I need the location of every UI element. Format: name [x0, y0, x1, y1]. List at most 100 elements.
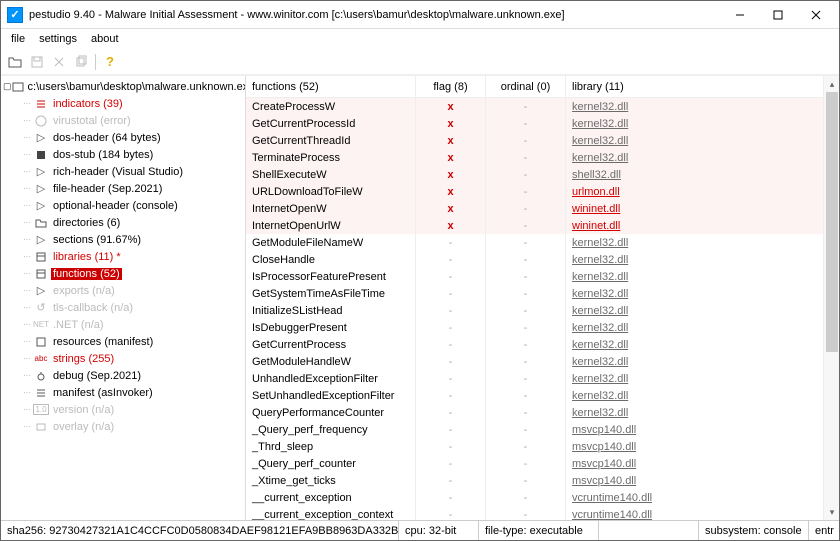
scroll-thumb[interactable]	[826, 92, 838, 352]
col-header-library[interactable]: library (11)	[566, 76, 823, 97]
tree-branch-icon: ⋯	[21, 337, 33, 346]
table-row[interactable]: GetModuleFileNameW--kernel32.dll	[246, 234, 823, 251]
cell-library-link[interactable]: kernel32.dll	[572, 356, 628, 368]
menu-file[interactable]: file	[11, 33, 25, 45]
table-row[interactable]: __current_exception--vcruntime140.dll	[246, 489, 823, 506]
col-header-flag[interactable]: flag (8)	[416, 76, 486, 97]
cell-flag: x	[416, 149, 486, 166]
table-row[interactable]: GetCurrentProcess--kernel32.dll	[246, 336, 823, 353]
caret-icon: ▷	[33, 131, 49, 145]
tree-item[interactable]: ⋯NET.NET (n/a)	[1, 316, 245, 333]
cell-library-link[interactable]: kernel32.dll	[572, 271, 628, 283]
tree-item[interactable]: ⋯indicators (39)	[1, 95, 245, 112]
table-row[interactable]: CreateProcessWx-kernel32.dll	[246, 98, 823, 115]
tree-item[interactable]: ⋯abcstrings (255)	[1, 350, 245, 367]
caret-icon: ▷	[33, 233, 49, 247]
cell-library-link[interactable]: kernel32.dll	[572, 101, 628, 113]
table-row[interactable]: IsProcessorFeaturePresent--kernel32.dll	[246, 268, 823, 285]
cell-library-link[interactable]: kernel32.dll	[572, 254, 628, 266]
tree-item[interactable]: ⋯overlay (n/a)	[1, 418, 245, 435]
tree-pane[interactable]: ▢ c:\users\bamur\desktop\malware.unknown…	[1, 76, 246, 520]
maximize-button[interactable]	[759, 3, 797, 27]
tree-item[interactable]: ⋯dos-stub (184 bytes)	[1, 146, 245, 163]
cell-library-link[interactable]: msvcp140.dll	[572, 458, 636, 470]
tree-item[interactable]: ⋯debug (Sep.2021)	[1, 367, 245, 384]
tree-item[interactable]: ⋯resources (manifest)	[1, 333, 245, 350]
cell-library-link[interactable]: urlmon.dll	[572, 186, 620, 198]
help-icon[interactable]: ?	[100, 52, 120, 72]
col-header-functions[interactable]: functions (52)	[246, 76, 416, 97]
cell-library-link[interactable]: wininet.dll	[572, 203, 620, 215]
table-body[interactable]: CreateProcessWx-kernel32.dllGetCurrentPr…	[246, 98, 823, 520]
copy-icon[interactable]	[71, 52, 91, 72]
menu-settings[interactable]: settings	[39, 33, 77, 45]
cell-library-link[interactable]: kernel32.dll	[572, 288, 628, 300]
cell-library-link[interactable]: kernel32.dll	[572, 305, 628, 317]
table-row[interactable]: SetUnhandledExceptionFilter--kernel32.dl…	[246, 387, 823, 404]
minimize-button[interactable]	[721, 3, 759, 27]
tree-item[interactable]: ⋯▷dos-header (64 bytes)	[1, 129, 245, 146]
cell-library-link[interactable]: kernel32.dll	[572, 322, 628, 334]
close-file-icon[interactable]	[49, 52, 69, 72]
tree-item[interactable]: ⋯virustotal (error)	[1, 112, 245, 129]
table-row[interactable]: IsDebuggerPresent--kernel32.dll	[246, 319, 823, 336]
tree-item[interactable]: ⋯▷rich-header (Visual Studio)	[1, 163, 245, 180]
cell-library-link[interactable]: shell32.dll	[572, 169, 621, 181]
cell-library-link[interactable]: vcruntime140.dll	[572, 492, 652, 504]
scroll-up-icon[interactable]: ▴	[824, 76, 839, 92]
cell-flag: -	[416, 421, 486, 438]
cell-library-link[interactable]: msvcp140.dll	[572, 475, 636, 487]
table-row[interactable]: _Thrd_sleep--msvcp140.dll	[246, 438, 823, 455]
cell-library-link[interactable]: kernel32.dll	[572, 118, 628, 130]
tree-item[interactable]: ⋯libraries (11) *	[1, 248, 245, 265]
cell-library-link[interactable]: kernel32.dll	[572, 135, 628, 147]
tree-item[interactable]: ⋯▷optional-header (console)	[1, 197, 245, 214]
table-row[interactable]: GetModuleHandleW--kernel32.dll	[246, 353, 823, 370]
table-row[interactable]: InternetOpenUrlWx-wininet.dll	[246, 217, 823, 234]
collapse-icon[interactable]: ▢	[3, 81, 12, 92]
cell-library: wininet.dll	[566, 217, 823, 234]
table-row[interactable]: ShellExecuteWx-shell32.dll	[246, 166, 823, 183]
table-row[interactable]: QueryPerformanceCounter--kernel32.dll	[246, 404, 823, 421]
table-row[interactable]: _Query_perf_counter--msvcp140.dll	[246, 455, 823, 472]
table-row[interactable]: InternetOpenWx-wininet.dll	[246, 200, 823, 217]
table-row[interactable]: GetSystemTimeAsFileTime--kernel32.dll	[246, 285, 823, 302]
cell-library-link[interactable]: msvcp140.dll	[572, 441, 636, 453]
cell-library-link[interactable]: vcruntime140.dll	[572, 509, 652, 521]
tree-item[interactable]: ⋯directories (6)	[1, 214, 245, 231]
close-button[interactable]	[797, 3, 835, 27]
body: ▢ c:\users\bamur\desktop\malware.unknown…	[1, 75, 839, 520]
table-row[interactable]: InitializeSListHead--kernel32.dll	[246, 302, 823, 319]
cell-library-link[interactable]: kernel32.dll	[572, 407, 628, 419]
table-row[interactable]: _Query_perf_frequency--msvcp140.dll	[246, 421, 823, 438]
menu-about[interactable]: about	[91, 33, 119, 45]
table-row[interactable]: GetCurrentThreadIdx-kernel32.dll	[246, 132, 823, 149]
tree-item[interactable]: ⋯▷exports (n/a)	[1, 282, 245, 299]
cell-library-link[interactable]: msvcp140.dll	[572, 424, 636, 436]
col-header-ordinal[interactable]: ordinal (0)	[486, 76, 566, 97]
cell-library-link[interactable]: kernel32.dll	[572, 390, 628, 402]
table-row[interactable]: CloseHandle--kernel32.dll	[246, 251, 823, 268]
table-row[interactable]: GetCurrentProcessIdx-kernel32.dll	[246, 115, 823, 132]
table-row[interactable]: _Xtime_get_ticks--msvcp140.dll	[246, 472, 823, 489]
tree-item[interactable]: ⋯▷file-header (Sep.2021)	[1, 180, 245, 197]
save-icon[interactable]	[27, 52, 47, 72]
tree-item[interactable]: ⋯manifest (asInvoker)	[1, 384, 245, 401]
open-file-icon[interactable]	[5, 52, 25, 72]
cell-library-link[interactable]: kernel32.dll	[572, 152, 628, 164]
table-row[interactable]: URLDownloadToFileWx-urlmon.dll	[246, 183, 823, 200]
table-row[interactable]: __current_exception_context--vcruntime14…	[246, 506, 823, 520]
tree-item[interactable]: ⋯▷sections (91.67%)	[1, 231, 245, 248]
table-row[interactable]: UnhandledExceptionFilter--kernel32.dll	[246, 370, 823, 387]
cell-library-link[interactable]: kernel32.dll	[572, 373, 628, 385]
table-row[interactable]: TerminateProcessx-kernel32.dll	[246, 149, 823, 166]
tree-root[interactable]: ▢ c:\users\bamur\desktop\malware.unknown…	[1, 78, 245, 95]
scroll-down-icon[interactable]: ▾	[824, 504, 839, 520]
cell-library-link[interactable]: kernel32.dll	[572, 237, 628, 249]
scrollbar-vertical[interactable]: ▴ ▾	[823, 76, 839, 520]
tree-item[interactable]: ⋯1.0version (n/a)	[1, 401, 245, 418]
tree-item[interactable]: ⋯functions (52)	[1, 265, 245, 282]
cell-library-link[interactable]: kernel32.dll	[572, 339, 628, 351]
tree-item[interactable]: ⋯↺tls-callback (n/a)	[1, 299, 245, 316]
cell-library-link[interactable]: wininet.dll	[572, 220, 620, 232]
